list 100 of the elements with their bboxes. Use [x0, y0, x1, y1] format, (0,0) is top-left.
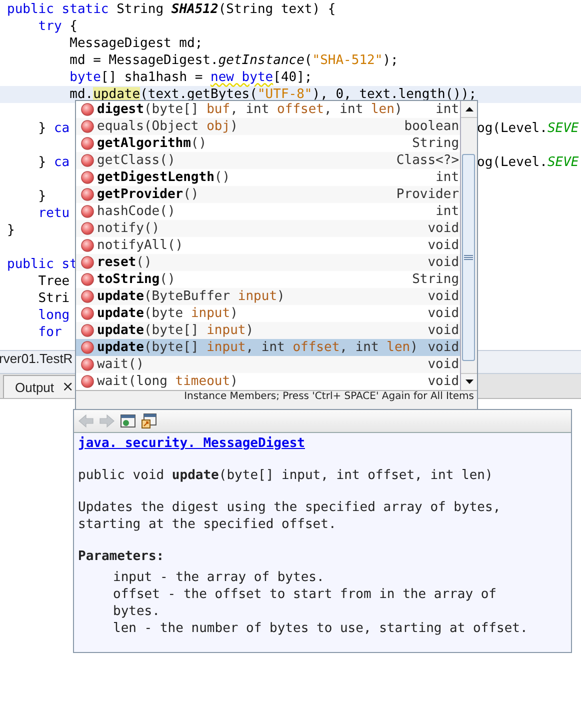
method-signature: update(byte[] input, int offset, int len) — [97, 340, 418, 355]
code-text: } — [37, 189, 46, 204]
parameter-description: offset - the offset to start from in the array of bytes. — [113, 586, 498, 620]
code-text: og(Level.SEVE — [477, 120, 579, 137]
method-signature: update(ByteBuffer input) — [97, 289, 285, 304]
circle-icon — [81, 273, 94, 286]
method-signature: wait() — [97, 357, 144, 372]
completion-item[interactable]: reset() void — [76, 254, 460, 271]
code-text: retu — [37, 206, 70, 221]
return-type: void — [428, 323, 460, 338]
return-type: void — [428, 289, 460, 304]
parameters-heading: Parameters: — [78, 548, 166, 565]
scroll-down-button[interactable] — [461, 373, 477, 390]
method-signature: getClass() — [97, 153, 176, 168]
browser-window-button[interactable] — [119, 412, 137, 430]
browser-window-icon — [120, 413, 136, 429]
method-signature: notifyAll() — [97, 238, 184, 253]
parameter-description: input - the array of bytes. — [113, 569, 326, 586]
return-type: void — [428, 374, 460, 389]
completion-item[interactable]: update(ByteBuffer input) void — [76, 288, 460, 305]
return-type: void — [428, 306, 460, 321]
code-text: md = MessageDigest.getInstance("SHA-512"); — [68, 53, 398, 68]
window-arrow-icon — [141, 413, 157, 429]
right-arrow-icon — [99, 413, 115, 429]
return-type: void — [428, 340, 460, 355]
method-signature: equals(Object obj) — [97, 119, 238, 134]
method-signature: update(byte input) — [97, 306, 238, 321]
parameter-description: len - the number of bytes to use, starting at offset. — [113, 620, 529, 637]
code-text: og(Level.SEVE — [477, 154, 579, 171]
method-description: Updates the digest using the specified array of bytes, starting at the specified offset. — [78, 499, 502, 533]
hint-text: Instance Members; Press 'Ctrl+ SPACE' Again for All Items — [76, 390, 477, 409]
class-link[interactable]: java. security. MessageDigest — [78, 436, 305, 451]
method-signature: getAlgorithm() — [97, 136, 207, 151]
circle-icon — [81, 188, 94, 201]
method-signature: reset() — [97, 255, 152, 270]
completion-item[interactable]: getClass() Class<?> — [76, 152, 460, 169]
code-text: } — [7, 223, 15, 238]
method-signature: toString() — [97, 272, 176, 287]
completion-item[interactable]: notify() void — [76, 220, 460, 237]
up-arrow-icon — [464, 106, 474, 112]
circle-icon — [81, 222, 94, 235]
method-signature: getDigestLength() — [97, 170, 230, 185]
method-signature: hashCode() — [97, 204, 176, 219]
circle-icon — [81, 256, 94, 269]
circle-icon — [81, 120, 94, 133]
code-text: long — [37, 308, 70, 323]
code-text: } ca — [37, 120, 70, 137]
return-type: int — [436, 170, 460, 185]
grip-icon — [464, 255, 474, 260]
code-text: Tree — [37, 274, 70, 289]
return-type: void — [428, 357, 460, 372]
circle-icon — [81, 239, 94, 252]
code-text: public st — [7, 257, 78, 272]
method-signature: update(byte[] input) — [97, 323, 254, 338]
code-text: for — [37, 325, 62, 340]
left-arrow-icon — [78, 413, 94, 429]
return-type: int — [436, 102, 460, 117]
return-type: void — [428, 238, 460, 253]
circle-icon — [81, 324, 94, 337]
circle-icon — [81, 358, 94, 371]
completion-item[interactable]: update(byte[] input) void — [76, 322, 460, 339]
code-text: byte[] sha1hash = new byte[40]; — [68, 70, 312, 85]
circle-icon — [81, 290, 94, 303]
scroll-up-button[interactable] — [461, 101, 477, 118]
return-type: void — [428, 221, 460, 236]
circle-icon — [81, 103, 94, 116]
method-signature: public void update(byte[] input, int offset, int len) — [78, 467, 494, 484]
code-text: Stri — [37, 291, 70, 306]
return-type: boolean — [404, 119, 460, 134]
method-signature: notify() — [97, 221, 160, 236]
completion-item[interactable]: getProvider() Provider — [76, 186, 460, 203]
circle-icon — [81, 137, 94, 150]
return-type: String — [412, 272, 460, 287]
code-text: MessageDigest md; — [68, 36, 203, 51]
circle-icon — [81, 154, 94, 167]
circle-icon — [81, 171, 94, 184]
completion-item[interactable]: wait() void — [76, 356, 460, 373]
close-button[interactable]: × — [62, 380, 74, 394]
code-text: try { — [37, 19, 78, 34]
circle-icon — [81, 341, 94, 354]
scroll-thumb[interactable] — [462, 154, 476, 361]
method-signature: getProvider() — [97, 187, 199, 202]
return-type: String — [412, 136, 460, 151]
file-breadcrumb[interactable]: rver01.TestR — [0, 351, 73, 366]
circle-icon — [81, 205, 94, 218]
code-text: } ca — [37, 154, 70, 171]
method-signature: wait(long timeout) — [97, 374, 238, 389]
return-type: Class<?> — [396, 153, 460, 168]
down-arrow-icon — [464, 379, 474, 385]
circle-icon — [81, 375, 94, 388]
window-arrow-button[interactable] — [140, 412, 158, 430]
return-type: Provider — [396, 187, 460, 202]
return-type: void — [428, 255, 460, 270]
output-tab[interactable]: Output × — [3, 375, 78, 398]
circle-icon — [81, 307, 94, 320]
code-text: public static String SHA512(String text) { — [7, 2, 336, 17]
return-type: int — [436, 204, 460, 219]
method-signature: digest(byte[] buf, int offset, int len) — [97, 102, 402, 117]
completion-item[interactable]: equals(Object obj) boolean — [76, 118, 460, 135]
completion-item[interactable]: update(byte[] input, int offset, int len) void — [76, 339, 460, 356]
